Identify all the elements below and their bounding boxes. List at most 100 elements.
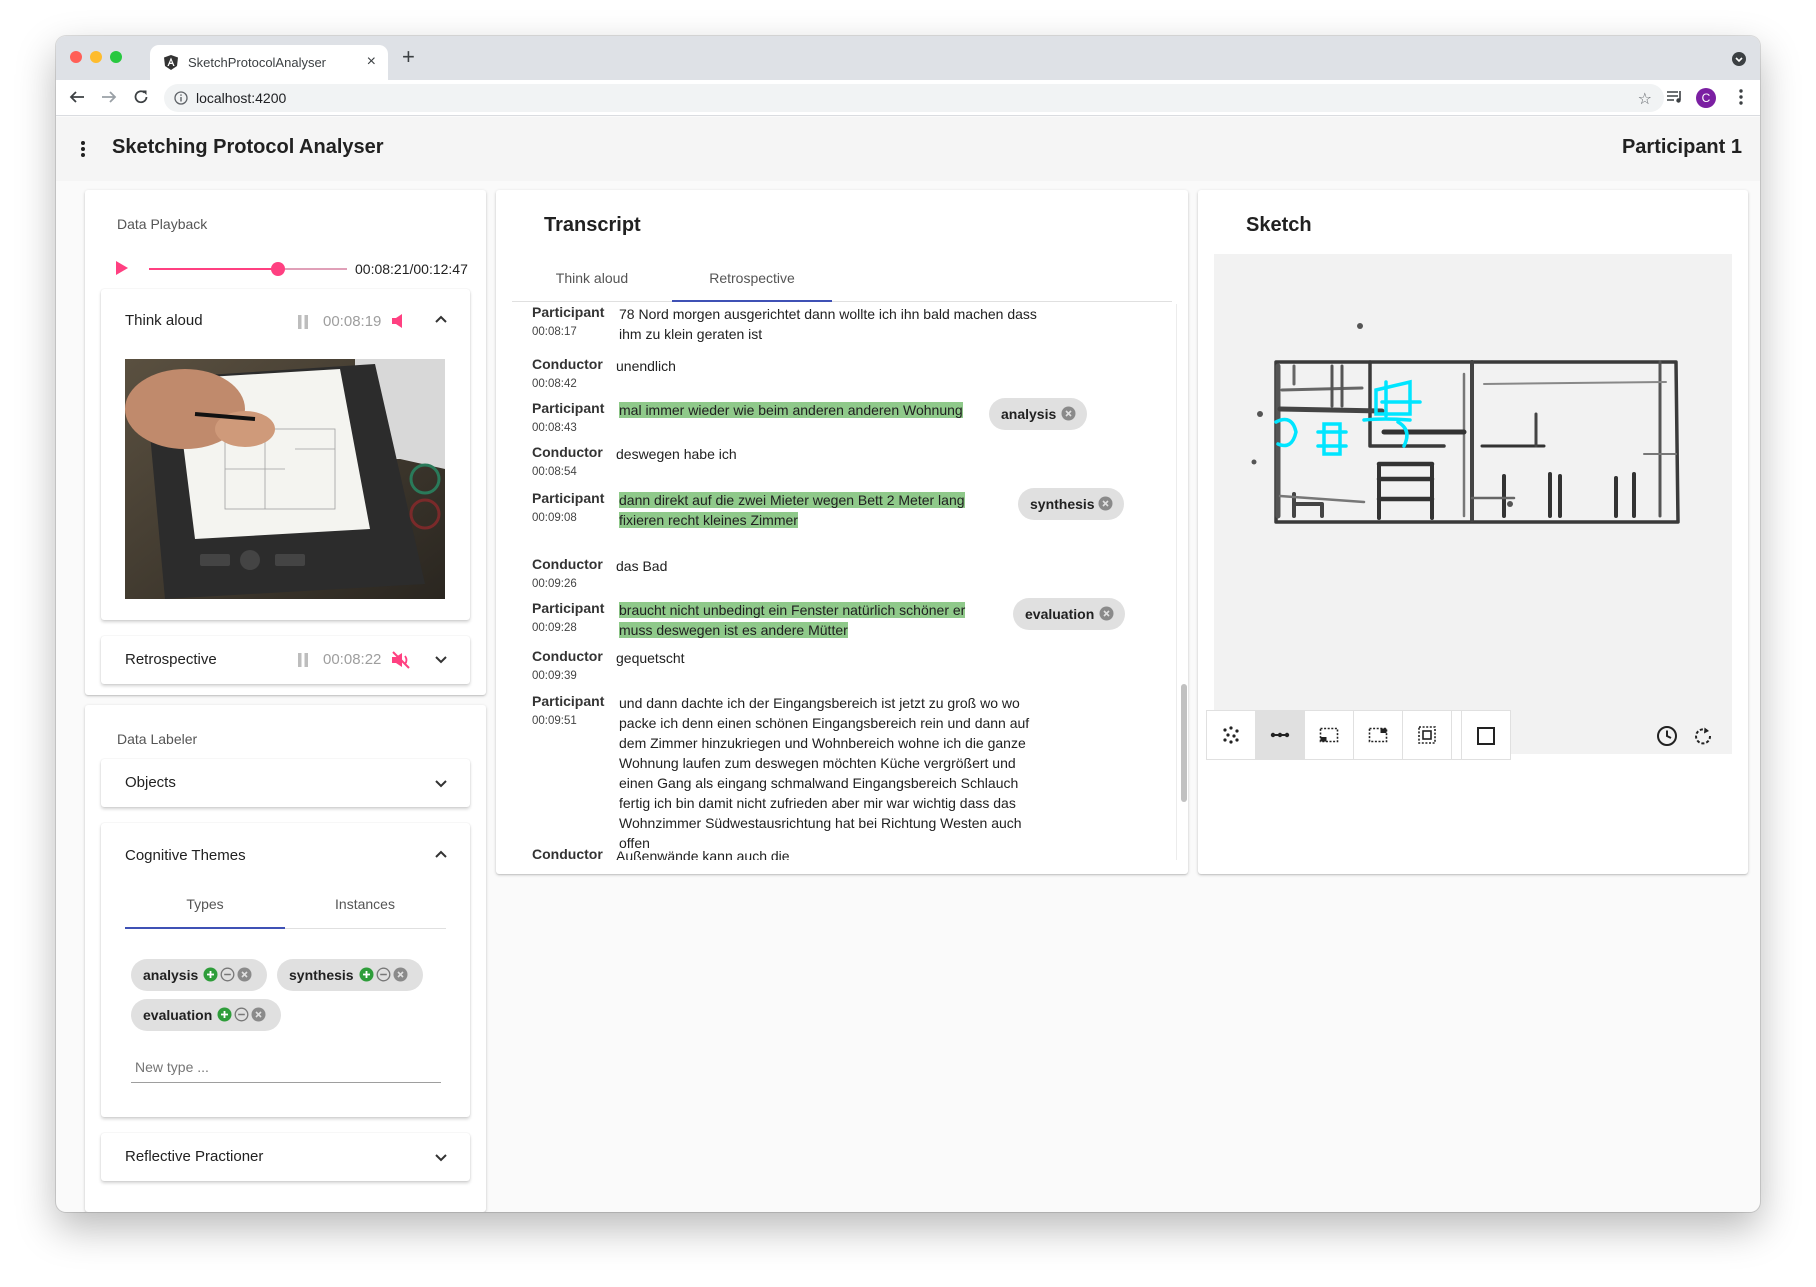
profile-avatar[interactable]: C bbox=[1696, 88, 1716, 108]
remove-icon[interactable] bbox=[220, 967, 235, 982]
delete-icon[interactable] bbox=[237, 967, 252, 982]
tab-types[interactable]: Types bbox=[125, 879, 285, 929]
utterance-text[interactable]: und dann dachte ich der Eingangsbereich … bbox=[619, 693, 1039, 853]
chevron-down-icon[interactable] bbox=[435, 1154, 447, 1162]
close-window-button[interactable] bbox=[70, 51, 82, 63]
utterance-text[interactable]: gequetscht bbox=[616, 648, 1036, 668]
transcript-card: Transcript Think aloud Retrospective Par… bbox=[496, 190, 1188, 874]
tab-retrospective[interactable]: Retrospective bbox=[672, 254, 832, 302]
minimize-window-button[interactable] bbox=[90, 51, 102, 63]
tab-search-icon[interactable] bbox=[1732, 52, 1746, 66]
replay-icon[interactable] bbox=[1692, 725, 1714, 747]
data-playback-card: Data Playback 00:08:21/00:12:47 Think al… bbox=[85, 190, 486, 695]
theme-chip-analysis[interactable]: analysis bbox=[131, 959, 267, 991]
utterance-text[interactable]: unendlich bbox=[616, 356, 1036, 376]
address-bar[interactable]: localhost:4200 ☆ bbox=[164, 84, 1664, 112]
transcript-list[interactable]: Participant 00:08:17 78 Nord morgen ausg… bbox=[512, 304, 1172, 860]
speaker-label: Participant bbox=[532, 490, 605, 506]
remove-icon[interactable] bbox=[376, 967, 391, 982]
delete-icon[interactable] bbox=[1061, 406, 1076, 421]
forward-icon[interactable] bbox=[100, 88, 118, 106]
chevron-down-icon[interactable] bbox=[435, 780, 447, 788]
scatter-tool-button[interactable] bbox=[1207, 711, 1256, 759]
sketch-canvas[interactable] bbox=[1214, 254, 1732, 754]
app-title: Sketching Protocol Analyser bbox=[112, 136, 384, 158]
browser-tab[interactable]: SketchProtocolAnalyser × bbox=[150, 45, 388, 80]
back-icon[interactable] bbox=[68, 88, 86, 106]
box-tool-button[interactable] bbox=[1462, 710, 1511, 760]
transcript-scrollbar[interactable] bbox=[1176, 304, 1188, 860]
video-frame[interactable] bbox=[125, 359, 445, 599]
tag-chip-synthesis[interactable]: synthesis bbox=[1018, 488, 1124, 520]
tag-label: synthesis bbox=[1030, 496, 1095, 512]
new-tab-button[interactable]: + bbox=[402, 46, 415, 68]
timestamp: 00:09:51 bbox=[532, 715, 577, 727]
pause-icon[interactable] bbox=[297, 315, 309, 329]
delete-icon[interactable] bbox=[1099, 606, 1114, 621]
chevron-up-icon[interactable] bbox=[435, 315, 447, 323]
chip-label: synthesis bbox=[289, 967, 354, 983]
objects-panel[interactable]: Objects bbox=[101, 759, 470, 807]
speaker-label: Conductor bbox=[532, 846, 603, 860]
timestamp: 00:09:28 bbox=[532, 622, 577, 634]
theme-chip-synthesis[interactable]: synthesis bbox=[277, 959, 423, 991]
speaker-label: Conductor bbox=[532, 356, 603, 372]
volume-off-icon[interactable] bbox=[391, 651, 411, 669]
reflective-panel[interactable]: Reflective Practioner bbox=[101, 1133, 470, 1181]
info-icon[interactable] bbox=[174, 91, 188, 105]
chevron-up-icon[interactable] bbox=[435, 850, 447, 858]
tab-think-aloud[interactable]: Think aloud bbox=[512, 254, 672, 302]
tag-chip-evaluation[interactable]: evaluation bbox=[1013, 598, 1125, 630]
chevron-down-icon[interactable] bbox=[435, 656, 447, 664]
speaker-label: Participant bbox=[532, 600, 605, 616]
tab-instances[interactable]: Instances bbox=[285, 879, 445, 929]
new-type-input[interactable] bbox=[131, 1051, 441, 1083]
scrollbar-thumb[interactable] bbox=[1181, 684, 1187, 802]
add-icon[interactable] bbox=[217, 1007, 232, 1022]
utterance-text[interactable]: braucht nicht unbedingt ein Fenster natü… bbox=[619, 600, 969, 640]
highlighted-text[interactable]: dann direkt auf die zwei Mieter wegen Be… bbox=[619, 492, 965, 528]
line-tool-button[interactable] bbox=[1256, 711, 1305, 759]
timestamp: 00:08:54 bbox=[532, 466, 577, 478]
tab-close-icon[interactable]: × bbox=[367, 53, 376, 71]
utterance-text[interactable]: mal immer wieder wie beim anderen andere… bbox=[619, 400, 969, 420]
theme-tabs: Types Instances bbox=[125, 879, 446, 929]
timestamp: 00:09:39 bbox=[532, 670, 577, 682]
cognitive-themes-title: Cognitive Themes bbox=[125, 847, 246, 864]
highlighted-text[interactable]: braucht nicht unbedingt ein Fenster natü… bbox=[619, 602, 966, 638]
play-icon[interactable] bbox=[115, 260, 129, 276]
browser-toolbar: localhost:4200 ☆ C bbox=[56, 80, 1760, 116]
reload-icon[interactable] bbox=[132, 88, 150, 106]
app-menu-icon[interactable] bbox=[80, 139, 86, 159]
timestamp: 00:09:26 bbox=[532, 578, 577, 590]
delete-icon[interactable] bbox=[393, 967, 408, 982]
playback-slider[interactable] bbox=[149, 262, 347, 276]
pause-icon[interactable] bbox=[297, 653, 309, 667]
region-alt-tool-button[interactable] bbox=[1354, 711, 1403, 759]
utterance-text[interactable]: dann direkt auf die zwei Mieter wegen Be… bbox=[619, 490, 969, 530]
theme-chip-evaluation[interactable]: evaluation bbox=[131, 999, 281, 1031]
retrospective-panel[interactable]: Retrospective 00:08:22 bbox=[101, 636, 470, 684]
utterance-text[interactable]: deswegen habe ich bbox=[616, 444, 1036, 464]
add-icon[interactable] bbox=[203, 967, 218, 982]
history-clock-icon[interactable] bbox=[1656, 725, 1678, 747]
highlighted-text[interactable]: mal immer wieder wie beim anderen andere… bbox=[619, 402, 963, 418]
app-header: Sketching Protocol Analyser Participant … bbox=[56, 117, 1760, 181]
bookmark-star-icon[interactable]: ☆ bbox=[1638, 89, 1652, 109]
utterance-text[interactable]: Außenwände kann auch die bbox=[616, 846, 1036, 860]
browser-menu-icon[interactable] bbox=[1738, 88, 1744, 106]
delete-icon[interactable] bbox=[1098, 496, 1113, 511]
data-labeler-label: Data Labeler bbox=[117, 731, 198, 747]
tag-chip-analysis[interactable]: analysis bbox=[989, 398, 1087, 430]
delete-icon[interactable] bbox=[251, 1007, 266, 1022]
remove-icon[interactable] bbox=[234, 1007, 249, 1022]
media-control-icon[interactable] bbox=[1666, 89, 1684, 105]
region-tool-button[interactable] bbox=[1305, 711, 1354, 759]
maximize-window-button[interactable] bbox=[110, 51, 122, 63]
add-icon[interactable] bbox=[359, 967, 374, 982]
utterance-text[interactable]: das Bad bbox=[616, 556, 1036, 576]
playback-slider-thumb[interactable] bbox=[270, 262, 285, 276]
select-tool-button[interactable] bbox=[1403, 711, 1452, 759]
utterance-text[interactable]: 78 Nord morgen ausgerichtet dann wollte … bbox=[619, 304, 1039, 344]
volume-icon[interactable] bbox=[391, 313, 405, 329]
